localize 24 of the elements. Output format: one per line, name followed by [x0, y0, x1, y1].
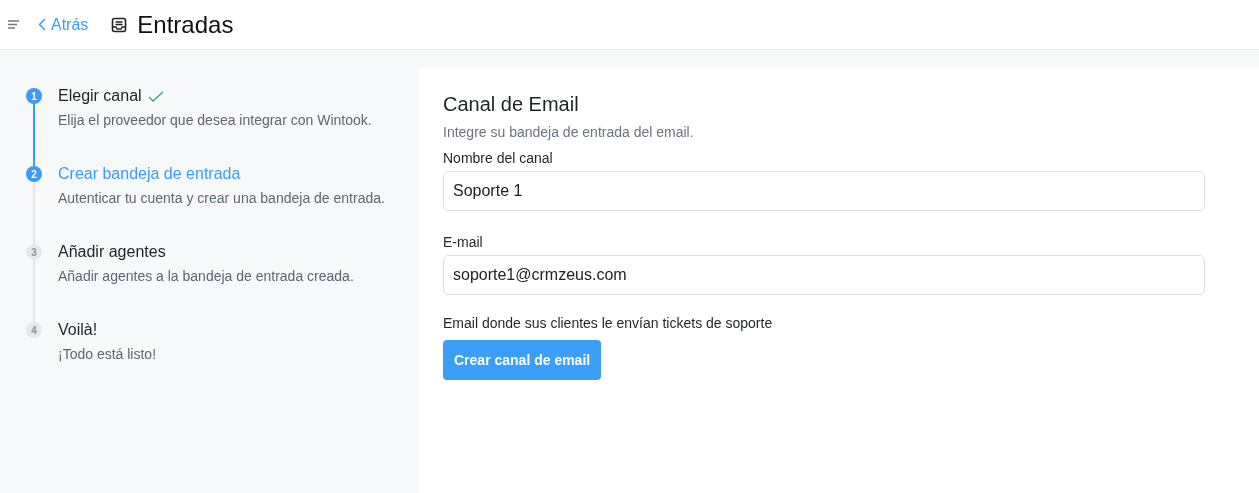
form-subtitle: Integre su bandeja de entrada del email. [443, 124, 695, 140]
page-title: Entradas [137, 10, 234, 39]
step-title: Elegir canal [58, 87, 142, 105]
step-description: Añadir agentes a la bandeja de entrada creada. [58, 268, 354, 284]
chevron-left-icon [38, 18, 46, 31]
step-title: Crear bandeja de entrada [58, 165, 241, 183]
step-number: 4 [26, 322, 42, 338]
step-title: Añadir agentes [58, 243, 166, 261]
form-title: Canal de Email [443, 93, 580, 116]
step-title: Voilà! [58, 321, 98, 339]
inbox-icon [111, 16, 128, 33]
input-field[interactable]: Soporte 1 [443, 171, 1205, 211]
check-icon [147, 90, 164, 102]
step-number: 1 [26, 88, 42, 104]
step-number: 3 [26, 244, 42, 260]
input-field[interactable]: soporte1@crmzeus.com [443, 255, 1205, 295]
step-description: Autenticar tu cuenta y crear una bandeja de entrada. [58, 190, 385, 206]
menu-icon[interactable] [8, 20, 19, 29]
step-number: 2 [26, 166, 42, 182]
field-label: Nombre del canal [443, 150, 554, 166]
field-label: E-mail [443, 234, 484, 250]
help-text: Email donde sus clientes le envían tickets de soporte [443, 315, 774, 331]
step-description: ¡Todo está listo! [58, 346, 157, 362]
step-description: Elija el proveedor que desea integrar con Wintook. [58, 112, 372, 128]
